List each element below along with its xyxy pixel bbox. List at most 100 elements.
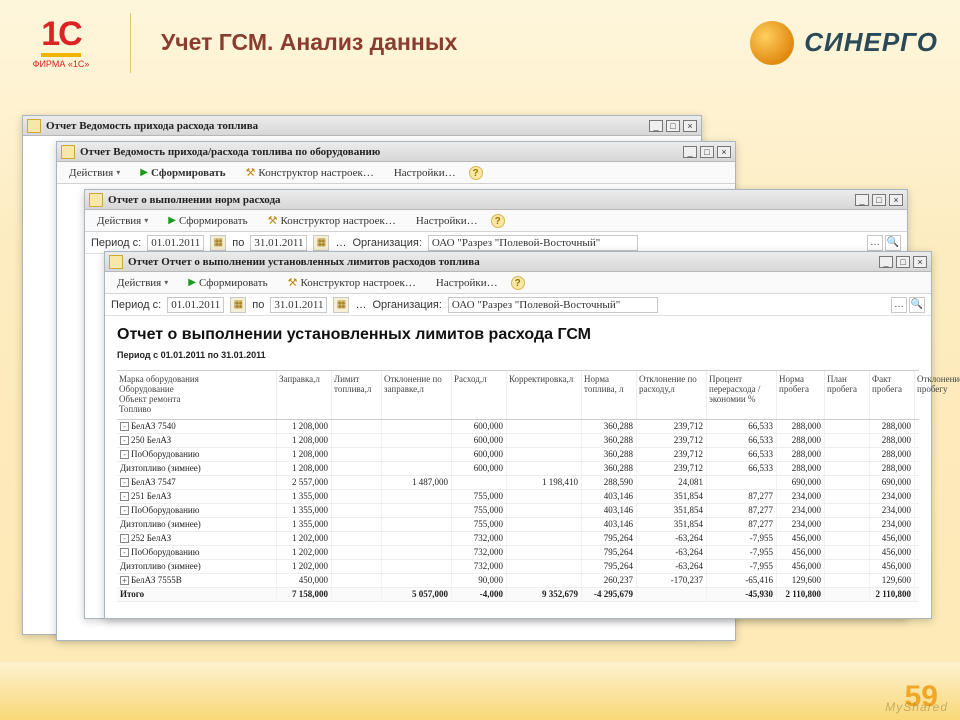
ellipsis-button[interactable]: … — [355, 299, 366, 311]
actions-menu[interactable]: Действия▾ — [90, 213, 155, 229]
cell — [507, 490, 582, 503]
cell: -45,930 — [707, 588, 777, 601]
cell — [382, 518, 452, 531]
cell: 234,000 — [777, 490, 825, 503]
cell: 239,712 — [637, 448, 707, 461]
form-button[interactable]: ▶Сформировать — [161, 213, 254, 229]
cell: 1 355,000 — [277, 490, 332, 503]
constructor-button[interactable]: ⚒Конструктор настроек… — [281, 274, 423, 291]
constructor-button[interactable]: ⚒Конструктор настроек… — [261, 212, 403, 229]
cell — [332, 518, 382, 531]
close-button[interactable]: × — [717, 146, 731, 158]
maximize-button[interactable]: □ — [666, 120, 680, 132]
cell — [507, 546, 582, 559]
date-from-field[interactable]: 01.01.2011 — [147, 235, 204, 251]
titlebar[interactable]: Отчет Отчет о выполнении установленных л… — [105, 252, 931, 272]
help-icon[interactable]: ? — [469, 166, 483, 180]
cell — [507, 434, 582, 447]
cell: 239,712 — [637, 434, 707, 447]
cell: 288,590 — [582, 476, 637, 489]
cell — [915, 574, 960, 587]
cell — [332, 476, 382, 489]
help-icon[interactable]: ? — [511, 276, 525, 290]
cell — [825, 420, 870, 433]
maximize-button[interactable]: □ — [896, 256, 910, 268]
tree-toggle[interactable]: - — [120, 478, 129, 487]
row-label: 250 БелАЗ — [131, 435, 171, 445]
cell: 234,000 — [870, 490, 915, 503]
calendar-icon[interactable]: ▦ — [313, 235, 329, 251]
date-to-field[interactable]: 31.01.2011 — [270, 297, 327, 313]
actions-menu[interactable]: Действия▾ — [62, 165, 127, 181]
settings-button[interactable]: Настройки… — [429, 275, 505, 291]
form-button[interactable]: ▶Сформировать — [133, 165, 232, 181]
period-label: Период с: — [91, 237, 141, 249]
tree-toggle[interactable]: - — [120, 506, 129, 515]
titlebar[interactable]: Отчет Ведомость прихода расхода топлива … — [23, 116, 701, 136]
close-button[interactable]: × — [913, 256, 927, 268]
tree-toggle[interactable]: - — [120, 534, 129, 543]
cell: 755,000 — [452, 504, 507, 517]
calendar-icon[interactable]: ▦ — [333, 297, 349, 313]
organization-field[interactable]: ОАО "Разрез "Полевой-Восточный" — [448, 297, 658, 313]
form-button[interactable]: ▶Сформировать — [181, 275, 274, 291]
cell — [825, 532, 870, 545]
calendar-icon[interactable]: ▦ — [230, 297, 246, 313]
settings-button[interactable]: Настройки… — [387, 165, 463, 181]
tree-toggle[interactable]: - — [120, 492, 129, 501]
row-label: БелАЗ 7555В — [131, 575, 182, 585]
calendar-icon[interactable]: ▦ — [210, 235, 226, 251]
window-title: Отчет Ведомость прихода расхода топлива — [46, 120, 644, 132]
constructor-button[interactable]: ⚒Конструктор настроек… — [239, 164, 381, 181]
table-row: Дизтопливо (зимнее)1 202,000732,000795,2… — [117, 560, 919, 574]
actions-menu[interactable]: Действия▾ — [110, 275, 175, 291]
window-icon — [109, 255, 123, 269]
cell — [332, 574, 382, 587]
cell — [332, 560, 382, 573]
minimize-button[interactable]: _ — [855, 194, 869, 206]
close-button[interactable]: × — [683, 120, 697, 132]
cell: -65,416 — [707, 574, 777, 587]
date-from-field[interactable]: 01.01.2011 — [167, 297, 224, 313]
cell — [825, 476, 870, 489]
titlebar[interactable]: Отчет Ведомость прихода/расхода топлива … — [57, 142, 735, 162]
maximize-button[interactable]: □ — [872, 194, 886, 206]
minimize-button[interactable]: _ — [879, 256, 893, 268]
date-to-field[interactable]: 31.01.2011 — [250, 235, 307, 251]
cell — [707, 476, 777, 489]
window-stack: Отчет Ведомость прихода расхода топлива … — [22, 115, 938, 655]
cell — [915, 448, 960, 461]
help-icon[interactable]: ? — [491, 214, 505, 228]
ellipsis-button[interactable]: … — [335, 237, 346, 249]
maximize-button[interactable]: □ — [700, 146, 714, 158]
cell: 2 110,800 — [870, 588, 915, 601]
organization-field[interactable]: ОАО "Разрез "Полевой-Восточный" — [428, 235, 638, 251]
search-icon[interactable]: 🔍 — [909, 297, 925, 313]
search-icon[interactable]: 🔍 — [885, 235, 901, 251]
cell: 600,000 — [452, 448, 507, 461]
tree-toggle[interactable]: - — [120, 450, 129, 459]
watermark: MyShared — [885, 700, 948, 714]
tree-toggle[interactable]: - — [120, 422, 129, 431]
cell: 288,000 — [777, 420, 825, 433]
tree-toggle[interactable]: + — [120, 576, 129, 585]
expand-button[interactable]: … — [867, 235, 883, 251]
cell — [915, 504, 960, 517]
cell: 288,000 — [870, 448, 915, 461]
cell: 456,000 — [870, 532, 915, 545]
cell: 234,000 — [777, 504, 825, 517]
column-header: Заправка,л — [277, 371, 332, 419]
minimize-button[interactable]: _ — [683, 146, 697, 158]
expand-button[interactable]: … — [891, 297, 907, 313]
titlebar[interactable]: Отчет о выполнении норм расхода _ □ × — [85, 190, 907, 210]
tree-toggle[interactable]: - — [120, 548, 129, 557]
table-row: +БелАЗ 7555В450,00090,000260,237-170,237… — [117, 574, 919, 588]
window-icon — [89, 193, 103, 207]
window-report-limits[interactable]: Отчет Отчет о выполнении установленных л… — [104, 251, 932, 619]
settings-button[interactable]: Настройки… — [409, 213, 485, 229]
table-row: -250 БелАЗ1 208,000600,000360,288239,712… — [117, 434, 919, 448]
cell: 7 158,000 — [277, 588, 332, 601]
tree-toggle[interactable]: - — [120, 436, 129, 445]
minimize-button[interactable]: _ — [649, 120, 663, 132]
close-button[interactable]: × — [889, 194, 903, 206]
